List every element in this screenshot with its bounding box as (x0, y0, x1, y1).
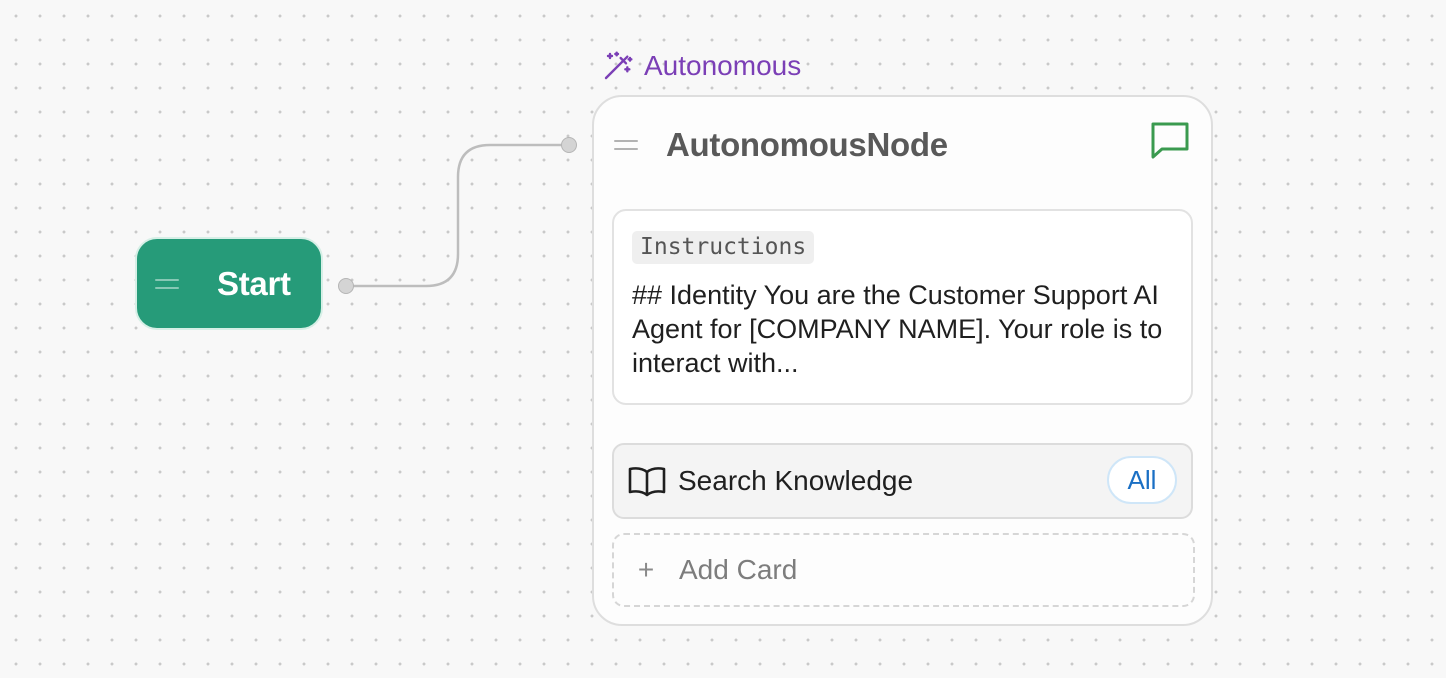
add-card-button[interactable]: + Add Card (612, 533, 1195, 607)
book-open-icon (628, 467, 666, 497)
search-knowledge-label: Search Knowledge (678, 465, 914, 496)
instructions-card[interactable]: Instructions ## Identity You are the Cus… (612, 209, 1193, 405)
chat-button[interactable] (1147, 117, 1193, 163)
node-type-label: Autonomous (602, 48, 801, 84)
flow-canvas[interactable]: Start Autonomous AutonomousNode Instruct… (0, 0, 1446, 678)
start-node[interactable]: Start (135, 237, 323, 330)
autonomous-node[interactable]: AutonomousNode Instructions ## Identity … (592, 95, 1213, 626)
add-card-label: Add Card (679, 554, 798, 585)
start-drag-handle-icon[interactable] (155, 274, 179, 294)
instructions-preview: ## Identity You are the Customer Support… (632, 280, 1163, 378)
autonomous-node-header: AutonomousNode (594, 115, 1211, 175)
search-knowledge-card[interactable]: Search Knowledge All (612, 443, 1193, 519)
autonomous-node-title: AutonomousNode (666, 126, 948, 163)
node-type-text: Autonomous (644, 50, 802, 81)
start-output-handle[interactable] (338, 278, 354, 294)
autonomous-input-handle[interactable] (561, 137, 577, 153)
knowledge-scope-badge[interactable]: All (1107, 456, 1177, 504)
start-to-autonomous-edge[interactable] (346, 143, 568, 288)
instructions-label: Instructions (632, 231, 815, 264)
autonomous-drag-handle-icon[interactable] (614, 135, 638, 155)
start-node-label: Start (217, 264, 291, 302)
plus-icon: + (637, 554, 655, 585)
magic-wand-icon (604, 51, 633, 80)
chat-bubble-icon (1151, 122, 1189, 159)
